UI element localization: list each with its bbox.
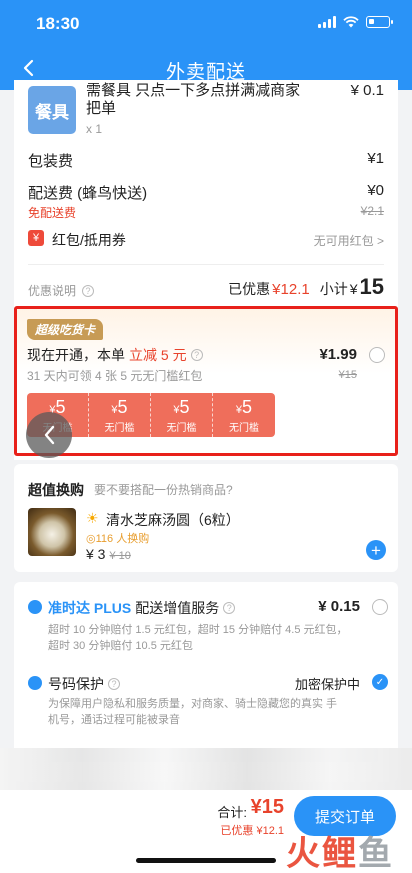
coupon-value[interactable]: 无可用红包 >: [314, 232, 384, 249]
add-item-button[interactable]: +: [366, 540, 386, 560]
divider: [28, 264, 384, 265]
delivery-fee-label: 配送费 (蜂鸟快送): [28, 185, 148, 202]
voucher: ¥5 无门槛: [151, 393, 213, 437]
utensil-quantity: x 1: [86, 122, 103, 136]
voucher-amount: 5: [179, 397, 190, 417]
vip-old-price: ¥15: [338, 369, 357, 381]
voucher-amount: 5: [242, 397, 253, 417]
ontime-price: ¥ 0.15: [318, 598, 360, 615]
privacy-title-text: 号码保护: [48, 676, 104, 692]
watermark-text-gray: 鱼: [358, 835, 394, 873]
voucher-condition: 无门槛: [229, 423, 259, 434]
home-indicator[interactable]: [136, 858, 276, 863]
ontime-description: 超时 10 分钟赔付 1.5 元红包，超时 15 分钟赔付 4.5 元红包，超时…: [48, 624, 348, 652]
watermark-text-red: 火鲤: [286, 835, 358, 873]
vip-select-radio[interactable]: [369, 347, 385, 363]
red-packet-icon: ¥: [28, 230, 44, 246]
ontime-brand: 准时达 PLUS: [48, 600, 132, 616]
swap-price-value: ¥ 3: [86, 546, 106, 562]
utensil-item-name: 需餐具 只点一下多点拼满减商家把单: [86, 82, 301, 117]
ontime-select-radio[interactable]: [372, 599, 388, 615]
help-icon[interactable]: ?: [190, 349, 203, 361]
product-image[interactable]: [28, 508, 76, 556]
swap-item-name[interactable]: 清水芝麻汤圆（6粒）: [106, 510, 240, 530]
packaging-fee-value: ¥1: [367, 150, 384, 167]
privacy-description: 为保障用户隐私和服务质量，对商家、骑士隐藏您的真实 手机号，通话过程可能被录音: [48, 698, 338, 726]
shield-icon: [28, 600, 42, 614]
coupon-label[interactable]: 红包/抵用券: [52, 230, 126, 250]
status-time: 18:30: [36, 14, 80, 33]
total-value: ¥15: [250, 796, 284, 818]
check-icon[interactable]: ✓: [372, 674, 388, 690]
help-icon[interactable]: ?: [223, 602, 236, 614]
packaging-fee-label: 包装费: [28, 153, 74, 170]
ontime-service-title: 准时达 PLUS 配送增值服务 ?: [48, 598, 236, 618]
chevron-left-icon: [44, 425, 55, 445]
vip-tag: 超级吃货卡: [27, 319, 104, 340]
watermark-logo: 火鲤鱼: [286, 826, 394, 873]
voucher: ¥5 无门槛: [89, 393, 151, 437]
delivery-fee-value: ¥0: [367, 182, 384, 199]
swap-title: 超值换购: [28, 482, 84, 498]
privacy-title: 号码保护 ?: [48, 674, 120, 694]
swap-price: ¥ 3 ¥ 10: [86, 546, 131, 562]
ontime-title: 配送增值服务: [135, 600, 220, 616]
delivery-fee-original: ¥2.1: [360, 204, 384, 218]
signal-icon: [318, 16, 336, 28]
wifi-icon: [343, 16, 359, 28]
vip-title: 现在开通，本单 立减 5 元 ?: [27, 345, 203, 365]
sun-icon: ☀: [86, 510, 99, 526]
status-bar: 18:30: [0, 0, 412, 46]
battery-icon: [366, 16, 393, 28]
subtotal-value: 15: [359, 274, 384, 299]
vip-title-highlight: 立减 5 元: [129, 347, 187, 363]
vip-subtitle: 31 天内可领 4 张 5 元无门槛红包: [27, 369, 203, 383]
blurred-region: [0, 748, 412, 790]
discount-info[interactable]: 优惠说明 ?: [28, 282, 95, 299]
vip-price: ¥1.99: [319, 346, 357, 363]
voucher-condition: 无门槛: [104, 423, 135, 434]
floating-back-button[interactable]: [26, 412, 72, 458]
saved-label: 已优惠: [228, 281, 271, 297]
vip-title-prefix: 现在开通，本单: [27, 347, 125, 363]
value-swap-card: 超值换购 要不要搭配一份热销商品? ☀ 清水芝麻汤圆（6粒） ◎116 人换购 …: [14, 464, 398, 572]
free-delivery-note: 免配送费: [28, 206, 77, 220]
swap-old-price: ¥ 10: [109, 550, 131, 562]
voucher-condition: 无门槛: [166, 423, 197, 434]
discount-summary: 已优惠 ¥12.1 小计 ¥ 15: [228, 274, 384, 300]
subtotal-currency: ¥: [349, 281, 358, 297]
swap-buyers: ◎116 人换购: [86, 533, 150, 545]
privacy-state: 加密保护中: [294, 677, 360, 692]
saved-value: ¥12.1: [272, 281, 310, 298]
utensil-icon: 餐具: [28, 86, 76, 134]
phone-icon: [28, 676, 42, 690]
total-label: 合计:: [217, 805, 247, 820]
subtotal-label: 小计: [319, 281, 348, 297]
help-icon[interactable]: ?: [108, 678, 120, 690]
status-icons: [318, 16, 393, 28]
total-saved: 已优惠 ¥12.1: [220, 825, 284, 837]
voucher: ¥5 无门槛: [213, 393, 275, 437]
discount-info-label: 优惠说明: [28, 284, 77, 298]
utensil-price: ¥ 0.1: [350, 82, 384, 99]
swap-subtitle: 要不要搭配一份热销商品?: [94, 483, 233, 497]
help-icon[interactable]: ?: [82, 284, 95, 297]
voucher-amount: 5: [117, 397, 128, 417]
